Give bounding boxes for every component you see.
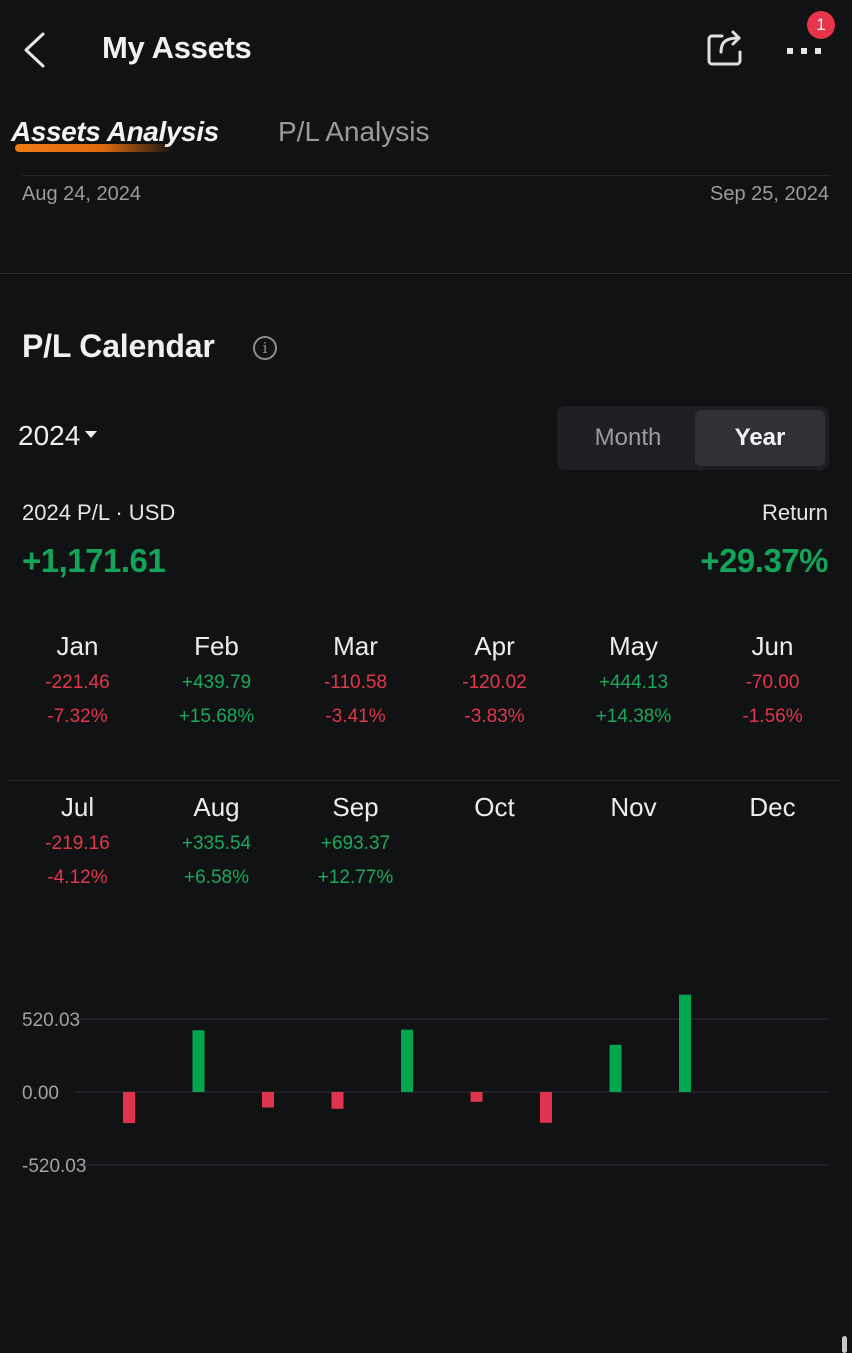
info-icon[interactable]: i	[253, 336, 277, 360]
month-row: Jul -219.16 -4.12% Aug +335.54 +6.58% Sep +693.…	[8, 780, 840, 940]
month-pl-percent: -7.32%	[47, 706, 108, 727]
pl-label: 2024 P/L · USD	[22, 500, 176, 525]
bar-may[interactable]	[401, 1029, 413, 1092]
month-name: Oct	[474, 792, 515, 822]
month-name: Dec	[749, 792, 796, 822]
month-name: Aug	[193, 792, 240, 822]
month-pl-value: -110.58	[323, 672, 388, 693]
bar-jun[interactable]	[470, 1092, 483, 1102]
month-pl-value	[703, 827, 842, 861]
top-bar: My Assets 1	[0, 0, 852, 100]
bar-jul[interactable]	[540, 1092, 552, 1123]
date-range-start: Aug 24, 2024	[22, 183, 141, 205]
month-pl-percent: +14.38%	[595, 706, 672, 727]
chevron-left-icon	[24, 32, 45, 68]
month-cell-aug[interactable]: Aug +335.54 +6.58%	[147, 787, 286, 895]
month-name: Mar	[333, 631, 378, 661]
month-pl-value	[564, 827, 703, 861]
y-tick-label: 520.03	[22, 1010, 80, 1031]
month-pl-value: +444.13	[598, 672, 669, 693]
month-pl-percent	[703, 861, 842, 895]
bar-mar[interactable]	[262, 1092, 274, 1108]
toggle-month[interactable]: Month	[561, 410, 695, 466]
month-pl-percent: +6.58%	[184, 867, 249, 888]
month-pl-percent: -3.83%	[464, 706, 525, 727]
month-pl-percent	[564, 861, 703, 895]
month-pl-value: +693.37	[320, 833, 391, 854]
bar-chart-svg: 520.03 0.00 -520.03	[22, 994, 828, 1177]
share-icon	[707, 30, 742, 66]
month-name: Sep	[332, 792, 379, 822]
bar-aug[interactable]	[609, 1044, 622, 1092]
toggle-year[interactable]: Year	[695, 410, 825, 466]
month-pl-percent: -3.41%	[325, 706, 386, 727]
year-dropdown[interactable]: 2024	[18, 420, 98, 452]
monthly-pl-chart: 520.03 0.00 -520.03	[0, 975, 852, 1195]
month-pl-value: -219.16	[45, 833, 110, 854]
month-pl-percent: -1.56%	[742, 706, 803, 727]
month-name: Jun	[751, 631, 794, 661]
month-cell-dec[interactable]: Dec	[703, 787, 842, 895]
tab-assets-analysis[interactable]: Assets Analysis	[11, 116, 219, 148]
bar-jan[interactable]	[123, 1092, 135, 1124]
bar-feb[interactable]	[192, 1030, 205, 1092]
tab-pl-analysis[interactable]: P/L Analysis	[278, 116, 429, 148]
month-pl-percent	[425, 861, 564, 895]
month-name: Jan	[56, 631, 99, 661]
month-grid: Jan -221.46 -7.32% Feb +439.79 +15.68% Mar -110…	[8, 620, 840, 940]
month-name: May	[608, 631, 659, 661]
year-dropdown-value: 2024	[18, 420, 81, 451]
month-cell-apr[interactable]: Apr -120.02 -3.83%	[425, 626, 564, 734]
pl-calendar-title: P/L Calendar	[22, 328, 215, 364]
divider	[22, 175, 830, 176]
month-cell-sep[interactable]: Sep +693.37 +12.77%	[286, 787, 425, 895]
month-cell-jan[interactable]: Jan -221.46 -7.32%	[8, 626, 147, 734]
month-cell-mar[interactable]: Mar -110.58 -3.41%	[286, 626, 425, 734]
month-cell-may[interactable]: May +444.13 +14.38%	[564, 626, 703, 734]
section-divider	[0, 273, 852, 274]
month-pl-value: +335.54	[181, 833, 252, 854]
month-cell-nov[interactable]: Nov	[564, 787, 703, 895]
analysis-tabs: Assets Analysis P/L Analysis	[0, 108, 852, 168]
month-name: Feb	[194, 631, 239, 661]
month-cell-feb[interactable]: Feb +439.79 +15.68%	[147, 626, 286, 734]
back-button[interactable]	[18, 28, 58, 72]
month-pl-value: -70.00	[745, 672, 800, 693]
view-toggle: Month Year	[557, 406, 829, 470]
month-pl-value	[425, 827, 564, 861]
month-name: Jul	[60, 792, 95, 822]
page-title: My Assets	[102, 30, 252, 65]
return-value: +29.37%	[700, 542, 828, 579]
month-pl-percent: +12.77%	[317, 867, 394, 888]
month-name: Apr	[474, 631, 515, 661]
month-cell-oct[interactable]: Oct	[425, 787, 564, 895]
month-pl-percent: -4.12%	[47, 867, 108, 888]
month-pl-value: +439.79	[181, 672, 252, 693]
share-button[interactable]	[702, 26, 748, 72]
scrollbar[interactable]	[842, 1336, 847, 1353]
y-tick-label: -520.03	[22, 1156, 86, 1177]
month-name: Nov	[610, 792, 657, 822]
month-pl-percent: +15.68%	[178, 706, 255, 727]
return-label: Return	[761, 500, 828, 525]
y-tick-label: 0.00	[22, 1083, 59, 1104]
month-pl-value: -221.46	[45, 672, 110, 693]
month-cell-jul[interactable]: Jul -219.16 -4.12%	[8, 787, 147, 895]
date-range-end: Sep 25, 2024	[710, 183, 829, 205]
bar-sep[interactable]	[679, 994, 691, 1092]
caret-down-icon	[85, 431, 98, 439]
pl-total-value: +1,171.61	[22, 542, 166, 579]
month-pl-value: -120.02	[462, 672, 527, 693]
bar-apr[interactable]	[331, 1092, 344, 1109]
notification-badge: 1	[807, 11, 835, 39]
month-cell-jun[interactable]: Jun -70.00 -1.56%	[703, 626, 842, 734]
month-row: Jan -221.46 -7.32% Feb +439.79 +15.68% Mar -110…	[8, 620, 840, 780]
